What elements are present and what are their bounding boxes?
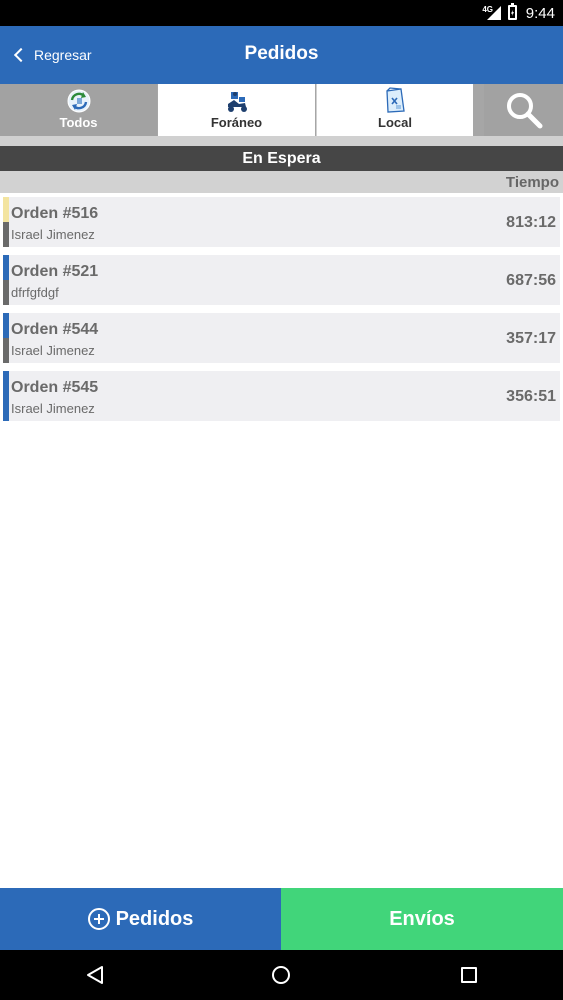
status-stripe [3, 255, 9, 280]
order-title: Orden #545 [11, 379, 99, 396]
status-stripe [3, 313, 9, 338]
nav-back-icon[interactable] [86, 965, 104, 985]
tab-todos[interactable]: Todos [0, 84, 157, 136]
back-label: Regresar [34, 47, 92, 63]
order-time: 813:12 [506, 214, 556, 231]
status-stripe [3, 197, 9, 222]
order-title: Orden #516 [11, 205, 99, 222]
nav-recents-icon[interactable] [461, 967, 477, 983]
time-column-label: Tiempo [505, 174, 559, 191]
search-button[interactable] [484, 84, 563, 136]
status-stripe [3, 222, 9, 247]
divider [0, 136, 563, 146]
search-icon [506, 93, 542, 129]
new-order-button[interactable]: Pedidos [0, 888, 281, 950]
order-customer: Israel Jimenez [11, 227, 95, 242]
refresh-orders-icon [67, 89, 90, 113]
battery-charging-icon [508, 3, 517, 20]
clock: 9:44 [525, 5, 555, 22]
app-bar: Regresar Pedidos [0, 26, 563, 84]
tab-label: Foráneo [210, 115, 263, 130]
signal-icon [487, 6, 501, 20]
order-row[interactable]: Orden #521 dfrfgfdgf 687:56 [3, 255, 560, 305]
tab-label: Local [378, 115, 412, 130]
shipments-label: Envíos [389, 907, 455, 930]
tab-foraneo[interactable]: Foráneo [158, 84, 315, 136]
shipments-button[interactable]: Envíos [281, 888, 563, 950]
takeout-bag-icon [386, 87, 405, 113]
order-time: 356:51 [506, 388, 556, 405]
system-nav-bar [0, 950, 563, 1000]
status-stripe [3, 338, 9, 363]
order-row[interactable]: Orden #545 Israel Jimenez 356:51 [3, 371, 560, 421]
delivery-scooter-icon [227, 92, 247, 112]
order-time: 357:17 [506, 330, 556, 347]
status-stripe [3, 280, 9, 305]
order-time: 687:56 [506, 272, 556, 289]
order-title: Orden #544 [11, 321, 99, 338]
status-bar: 4G 9:44 [0, 0, 563, 26]
order-customer: Israel Jimenez [11, 343, 95, 358]
tab-local[interactable]: Local [316, 84, 473, 136]
nav-home-icon[interactable] [272, 966, 290, 984]
section-title: En Espera [0, 146, 563, 171]
order-customer: dfrfgfdgf [11, 285, 59, 300]
filter-tabs: Todos Foráneo Local [0, 84, 563, 136]
status-stripe [3, 396, 9, 421]
add-circle-icon [87, 908, 110, 930]
column-header: Tiempo [0, 171, 563, 193]
order-list: Orden #516 Israel Jimenez 813:12 Orden #… [0, 197, 563, 429]
new-order-label: Pedidos [115, 907, 194, 930]
order-title: Orden #521 [11, 263, 99, 280]
bottom-action-bar: Pedidos Envíos [0, 888, 563, 950]
order-customer: Israel Jimenez [11, 401, 95, 416]
back-button[interactable]: Regresar [12, 42, 92, 68]
order-row[interactable]: Orden #516 Israel Jimenez 813:12 [3, 197, 560, 247]
order-row[interactable]: Orden #544 Israel Jimenez 357:17 [3, 313, 560, 363]
chevron-left-icon [13, 47, 29, 63]
status-stripe [3, 371, 9, 396]
tab-label: Todos [59, 115, 98, 130]
